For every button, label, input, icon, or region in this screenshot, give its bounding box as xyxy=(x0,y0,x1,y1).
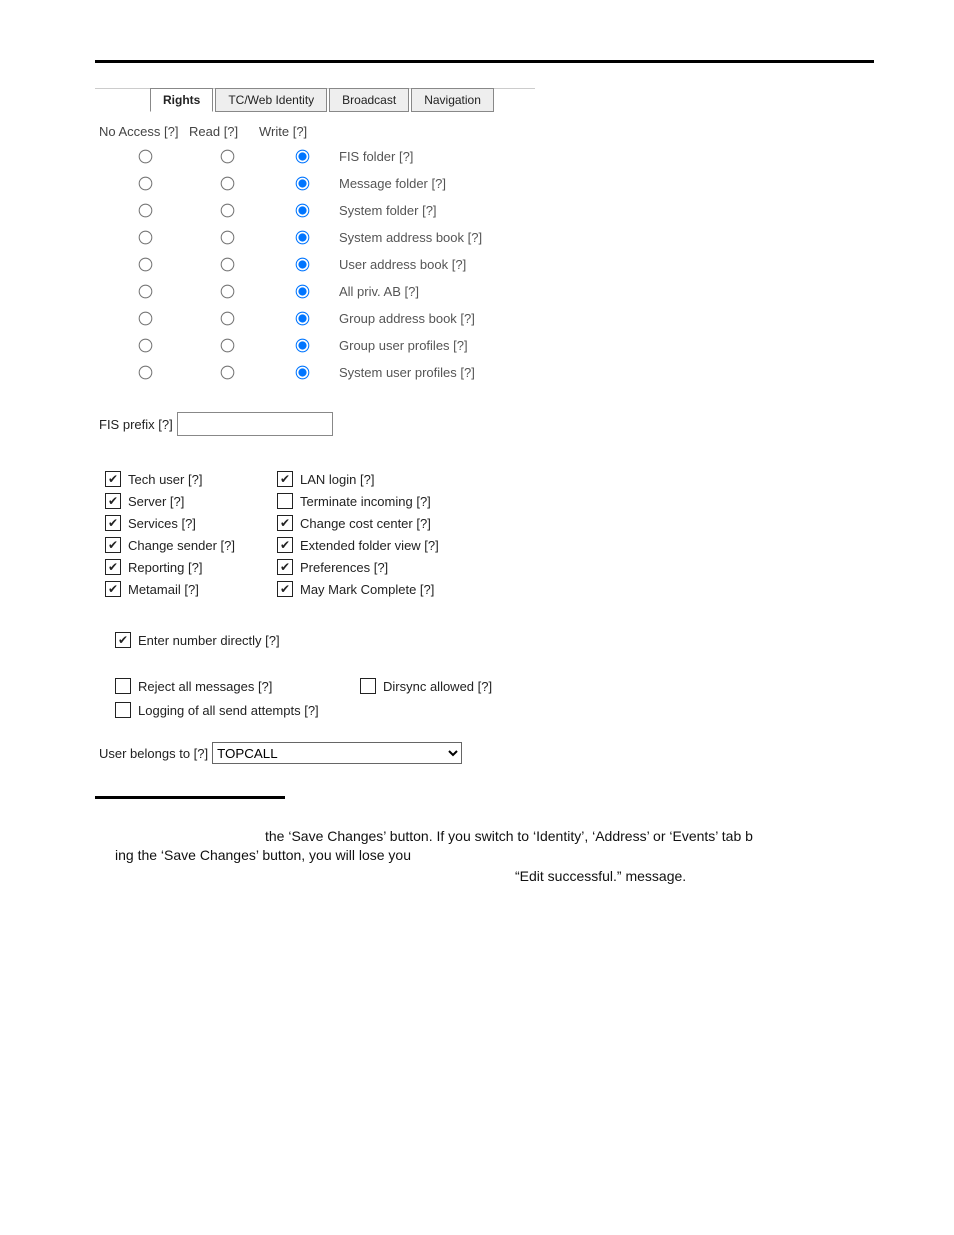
checkbox[interactable] xyxy=(105,515,121,531)
radio-write[interactable] xyxy=(296,285,310,299)
checkbox-label: Services [?] xyxy=(128,516,196,531)
checkbox-label: Metamail [?] xyxy=(128,582,199,597)
checkbox-label: Change cost center [?] xyxy=(300,516,431,531)
radio-no-access[interactable] xyxy=(138,339,152,353)
rights-row-label: FIS folder [?] xyxy=(339,149,413,164)
checks-grid: Tech user [?] LAN login [?] Server [?] Term… xyxy=(95,446,535,606)
rights-row: System folder [?] xyxy=(99,197,531,224)
radio-write[interactable] xyxy=(296,204,310,218)
radio-write[interactable] xyxy=(296,366,310,380)
header-no-access: No Access [?] xyxy=(99,124,189,139)
radio-no-access[interactable] xyxy=(138,258,152,272)
checkbox-label: Reporting [?] xyxy=(128,560,202,575)
radio-read[interactable] xyxy=(221,177,235,191)
checkbox[interactable] xyxy=(277,581,293,597)
header-write: Write [?] xyxy=(259,124,329,139)
enter-number-label: Enter number directly [?] xyxy=(138,633,280,648)
radio-read[interactable] xyxy=(221,231,235,245)
logging-label: Logging of all send attempts [?] xyxy=(138,703,319,718)
footer-line-1: the ‘Save Changes’ button. If you switch… xyxy=(95,827,874,846)
checkbox[interactable] xyxy=(277,471,293,487)
rights-header-row: No Access [?] Read [?] Write [?] xyxy=(99,124,531,143)
radio-read[interactable] xyxy=(221,285,235,299)
rights-row: Group address book [?] xyxy=(99,305,531,332)
radio-read[interactable] xyxy=(221,366,235,380)
footnote-rule xyxy=(95,796,285,799)
radio-no-access[interactable] xyxy=(138,204,152,218)
rights-row-label: Group user profiles [?] xyxy=(339,338,468,353)
checkbox[interactable] xyxy=(105,493,121,509)
radio-write[interactable] xyxy=(296,231,310,245)
checkbox-label: Extended folder view [?] xyxy=(300,538,439,553)
rights-row: FIS folder [?] xyxy=(99,143,531,170)
radio-no-access[interactable] xyxy=(138,312,152,326)
checkbox[interactable] xyxy=(277,493,293,509)
header-read: Read [?] xyxy=(189,124,259,139)
fis-prefix-label: FIS prefix [?] xyxy=(99,417,173,432)
dirsync-label: Dirsync allowed [?] xyxy=(383,679,492,694)
radio-no-access[interactable] xyxy=(138,150,152,164)
tab-rights[interactable]: Rights xyxy=(150,88,213,112)
rights-row-label: Message folder [?] xyxy=(339,176,446,191)
checkbox-label: May Mark Complete [?] xyxy=(300,582,434,597)
enter-number-checkbox[interactable] xyxy=(115,632,131,648)
checkbox-label: Preferences [?] xyxy=(300,560,388,575)
checkbox-label: LAN login [?] xyxy=(300,472,374,487)
rights-panel: Rights TC/Web Identity Broadcast Navigat… xyxy=(95,88,535,776)
rights-row-label: System address book [?] xyxy=(339,230,482,245)
user-belongs-label: User belongs to [?] xyxy=(99,746,208,761)
checkbox-label: Change sender [?] xyxy=(128,538,235,553)
rights-row: Group user profiles [?] xyxy=(99,332,531,359)
radio-write[interactable] xyxy=(296,177,310,191)
radio-write[interactable] xyxy=(296,312,310,326)
radio-write[interactable] xyxy=(296,258,310,272)
top-rule xyxy=(95,60,874,63)
tab-tcweb-identity[interactable]: TC/Web Identity xyxy=(215,88,327,112)
rights-row: System user profiles [?] xyxy=(99,359,531,386)
radio-read[interactable] xyxy=(221,258,235,272)
reject-all-checkbox[interactable] xyxy=(115,678,131,694)
user-belongs-select[interactable]: TOPCALL xyxy=(212,742,462,764)
checkbox[interactable] xyxy=(105,581,121,597)
rights-row-label: User address book [?] xyxy=(339,257,466,272)
checkbox-label: Tech user [?] xyxy=(128,472,202,487)
radio-read[interactable] xyxy=(221,312,235,326)
checkbox[interactable] xyxy=(277,537,293,553)
rights-rows: FIS folder [?] Message folder [?] System f… xyxy=(99,143,531,386)
radio-read[interactable] xyxy=(221,150,235,164)
checkbox[interactable] xyxy=(277,559,293,575)
rights-row-label: System folder [?] xyxy=(339,203,437,218)
dirsync-checkbox[interactable] xyxy=(360,678,376,694)
reject-all-label: Reject all messages [?] xyxy=(138,679,272,694)
radio-no-access[interactable] xyxy=(138,231,152,245)
radio-read[interactable] xyxy=(221,339,235,353)
radio-write[interactable] xyxy=(296,339,310,353)
tab-navigation[interactable]: Navigation xyxy=(411,88,494,112)
checkbox-label: Terminate incoming [?] xyxy=(300,494,431,509)
rights-row-label: All priv. AB [?] xyxy=(339,284,419,299)
logging-checkbox[interactable] xyxy=(115,702,131,718)
radio-no-access[interactable] xyxy=(138,366,152,380)
checkbox[interactable] xyxy=(277,515,293,531)
rights-row: User address book [?] xyxy=(99,251,531,278)
footer-paragraph: the ‘Save Changes’ button. If you switch… xyxy=(95,827,874,886)
tab-broadcast[interactable]: Broadcast xyxy=(329,88,409,112)
rights-row: Message folder [?] xyxy=(99,170,531,197)
radio-no-access[interactable] xyxy=(138,285,152,299)
rights-row: System address book [?] xyxy=(99,224,531,251)
rights-row-label: System user profiles [?] xyxy=(339,365,475,380)
checkbox[interactable] xyxy=(105,471,121,487)
tab-bar: Rights TC/Web Identity Broadcast Navigat… xyxy=(150,88,535,112)
footer-line-3: “Edit successful.” message. xyxy=(95,867,874,886)
checkbox[interactable] xyxy=(105,537,121,553)
checkbox-label: Server [?] xyxy=(128,494,184,509)
footer-line-2: ing the ‘Save Changes’ button, you will … xyxy=(95,846,874,865)
rights-row: All priv. AB [?] xyxy=(99,278,531,305)
rights-row-label: Group address book [?] xyxy=(339,311,475,326)
radio-no-access[interactable] xyxy=(138,177,152,191)
checkbox[interactable] xyxy=(105,559,121,575)
fis-prefix-input[interactable] xyxy=(177,412,333,436)
radio-read[interactable] xyxy=(221,204,235,218)
radio-write[interactable] xyxy=(296,150,310,164)
